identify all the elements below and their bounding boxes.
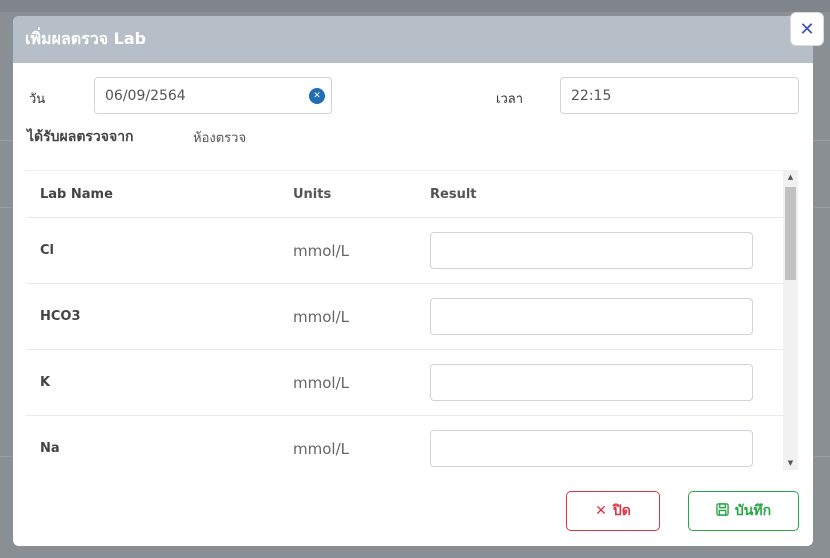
close-button-label: ปิด: [612, 503, 631, 519]
table-scrollbar[interactable]: ▲ ▼: [783, 170, 798, 470]
unit-cell: mmol/L: [293, 241, 349, 260]
table-row: Na mmol/L: [26, 416, 783, 470]
modal-title: เพิ่มผลตรวจ Lab: [25, 29, 147, 48]
add-lab-result-modal: เพิ่มผลตรวจ Lab วัน 06/09/2564 ✕ เวลา 22…: [13, 16, 813, 546]
time-value: 22:15: [571, 87, 612, 104]
scroll-up-icon[interactable]: ▲: [783, 170, 798, 184]
header-lab-name: Lab Name: [40, 186, 113, 202]
scrollbar-thumb[interactable]: [785, 187, 796, 280]
table-header: Lab Name Units Result: [26, 171, 783, 218]
lab-name-cell: K: [40, 375, 51, 390]
lab-name-cell: HCO3: [40, 309, 81, 324]
result-input[interactable]: [430, 430, 753, 467]
table-row: Cl mmol/L: [26, 218, 783, 284]
source-label: ได้รับผลตรวจจาก: [27, 129, 134, 145]
close-button[interactable]: ✕ ปิด: [566, 491, 660, 531]
close-x-icon: ✕: [595, 503, 607, 519]
unit-cell: mmol/L: [293, 439, 349, 458]
modal-close-icon[interactable]: ✕: [790, 12, 824, 46]
save-button-label: บันทึก: [734, 503, 772, 519]
lab-name-cell: Na: [40, 441, 60, 456]
header-result: Result: [430, 186, 477, 202]
date-label: วัน: [29, 92, 46, 107]
result-input[interactable]: [430, 364, 753, 401]
modal-header: เพิ่มผลตรวจ Lab: [13, 16, 813, 63]
time-label: เวลา: [496, 92, 524, 107]
lab-table: Lab Name Units Result Cl mmol/L HCO3 mmo…: [26, 170, 783, 470]
save-icon: [716, 502, 729, 520]
unit-cell: mmol/L: [293, 373, 349, 392]
unit-cell: mmol/L: [293, 307, 349, 326]
scroll-down-icon[interactable]: ▼: [783, 456, 798, 470]
date-field[interactable]: 06/09/2564 ✕: [94, 77, 332, 114]
time-field[interactable]: 22:15: [560, 77, 799, 114]
background-topbar: [0, 0, 830, 12]
clear-date-icon[interactable]: ✕: [309, 88, 325, 104]
result-input[interactable]: [430, 298, 753, 335]
source-value: ห้องตรวจ: [193, 131, 247, 146]
save-button[interactable]: บันทึก: [688, 491, 799, 531]
header-units: Units: [293, 186, 332, 202]
result-input[interactable]: [430, 232, 753, 269]
lab-name-cell: Cl: [40, 243, 54, 258]
table-row: K mmol/L: [26, 350, 783, 416]
table-row: HCO3 mmol/L: [26, 284, 783, 350]
date-value: 06/09/2564: [105, 87, 186, 104]
